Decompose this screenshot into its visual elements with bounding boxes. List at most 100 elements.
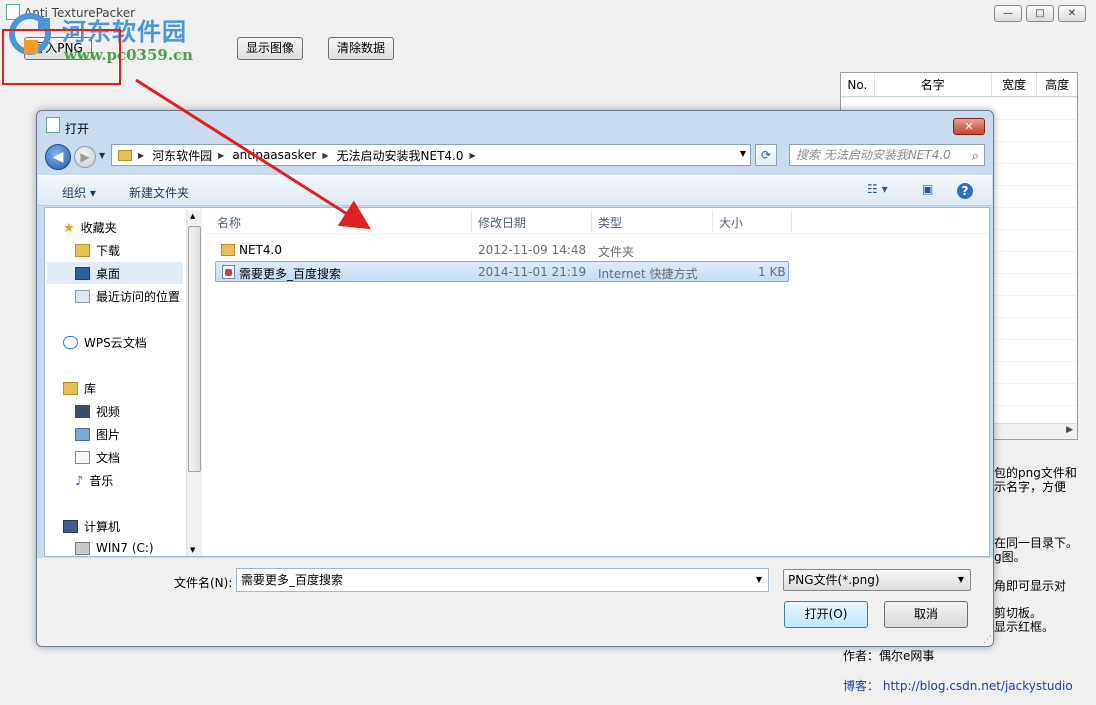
view-options-icon[interactable]: ☷ ▾ bbox=[867, 182, 888, 196]
nav-favorites[interactable]: ★ 收藏夹 bbox=[63, 219, 117, 236]
nav-videos[interactable]: 视频 bbox=[75, 403, 120, 420]
nav-libraries[interactable]: 库 bbox=[63, 380, 96, 397]
folder-icon bbox=[118, 149, 132, 161]
dialog-toolbar: 组织 ▾ 新建文件夹 ☷ ▾ ▣ ? bbox=[38, 175, 992, 206]
organize-menu[interactable]: 组织 ▾ bbox=[62, 184, 96, 201]
file-list-header: 名称 修改日期 类型 大小 bbox=[205, 208, 989, 234]
search-input[interactable]: 搜索 无法启动安装我NET4.0 ⌕ bbox=[789, 144, 985, 166]
col-modified-header[interactable]: 修改日期 bbox=[478, 214, 526, 231]
breadcrumb-item[interactable]: 无法启动安装我NET4.0 bbox=[337, 147, 464, 164]
file-row-selected[interactable]: 需要更多_百度搜索 2014-11-01 21:19 Internet 快捷方式… bbox=[215, 261, 789, 282]
address-dropdown-icon[interactable]: ▼ bbox=[740, 149, 746, 158]
breadcrumb-item[interactable]: antipaasasker bbox=[232, 148, 316, 162]
clear-data-button[interactable]: 清除数据 bbox=[328, 37, 394, 60]
maximize-button[interactable]: □ bbox=[1026, 5, 1054, 22]
recent-locations-dropdown[interactable]: ▼ bbox=[99, 151, 105, 160]
forward-arrow-icon: ▶ bbox=[80, 150, 90, 164]
back-button[interactable]: ◀ bbox=[45, 144, 71, 170]
scroll-up-icon[interactable]: ▲ bbox=[190, 212, 195, 220]
col-height[interactable]: 高度 bbox=[1037, 73, 1077, 96]
help-icon[interactable]: ? bbox=[957, 183, 973, 199]
col-type-header[interactable]: 类型 bbox=[598, 214, 622, 231]
nav-downloads[interactable]: 下载 bbox=[75, 242, 120, 259]
open-button[interactable]: 打开(O) bbox=[784, 601, 868, 628]
search-icon[interactable]: ⌕ bbox=[972, 147, 979, 167]
scroll-thumb[interactable] bbox=[188, 226, 201, 472]
dialog-close-button[interactable]: ✕ bbox=[953, 118, 985, 135]
file-row[interactable]: NET4.0 2012-11-09 14:48 文件夹 bbox=[215, 240, 789, 261]
breadcrumb-separator-icon[interactable]: ▶ bbox=[322, 151, 328, 160]
file-name: NET4.0 bbox=[239, 243, 282, 257]
scroll-right-icon[interactable]: ▶ bbox=[1066, 425, 1073, 435]
file-name: 需要更多_百度搜索 bbox=[239, 267, 342, 281]
close-button[interactable]: ✕ bbox=[1058, 5, 1086, 22]
col-size-header[interactable]: 大小 bbox=[719, 214, 743, 231]
pictures-icon bbox=[75, 428, 90, 441]
address-bar[interactable]: ▶ 河东软件园 ▶ antipaasasker ▶ 无法启动安装我NET4.0 … bbox=[111, 144, 751, 166]
back-arrow-icon: ◀ bbox=[52, 149, 64, 165]
filter-dropdown-icon[interactable]: ▼ bbox=[958, 570, 964, 590]
blog-label: 博客： bbox=[843, 679, 880, 693]
nav-computer[interactable]: 计算机 bbox=[63, 518, 120, 535]
file-type-filter-value: PNG文件(*.png) bbox=[788, 573, 880, 587]
refresh-button[interactable]: ⟳ bbox=[755, 144, 777, 166]
column-divider[interactable] bbox=[791, 210, 792, 232]
file-list: 名称 修改日期 类型 大小 NET4.0 2012-11-09 14:48 文件… bbox=[205, 208, 989, 556]
file-type-filter[interactable]: PNG文件(*.png) ▼ bbox=[783, 569, 971, 591]
file-modified: 2012-11-09 14:48 bbox=[478, 243, 587, 257]
library-icon bbox=[63, 382, 78, 395]
author-text: 作者：偶尔e网事 bbox=[843, 649, 935, 663]
filename-input[interactable]: 需要更多_百度搜索 ▼ bbox=[236, 568, 769, 592]
col-no[interactable]: No. bbox=[841, 73, 875, 96]
star-icon: ★ bbox=[63, 221, 75, 236]
dialog-app-icon bbox=[46, 117, 60, 133]
nav-scrollbar[interactable]: ▲ ▼ bbox=[186, 210, 202, 556]
column-divider[interactable] bbox=[471, 210, 472, 232]
breadcrumb-separator-icon[interactable]: ▶ bbox=[218, 151, 224, 160]
table-header: No. 名字 宽度 高度 bbox=[841, 73, 1077, 97]
browser-area: ★ 收藏夹 下载 桌面 最近访问的位置 WPS云文档 库 视频 图片 文档 ♪ 音乐… bbox=[44, 207, 990, 557]
nav-music[interactable]: ♪ 音乐 bbox=[75, 472, 113, 489]
blog-link[interactable]: http://blog.csdn.net/jackystudio bbox=[883, 679, 1073, 693]
nav-label: 桌面 bbox=[96, 266, 121, 281]
column-divider[interactable] bbox=[712, 210, 713, 232]
file-type: 文件夹 bbox=[598, 245, 635, 259]
search-placeholder: 搜索 无法启动安装我NET4.0 bbox=[796, 148, 951, 162]
scroll-down-icon[interactable]: ▼ bbox=[190, 546, 195, 554]
breadcrumb-separator-icon[interactable]: ▶ bbox=[138, 151, 144, 160]
resize-grip-icon[interactable]: ⋰ bbox=[983, 635, 992, 645]
minimize-button[interactable]: — bbox=[994, 5, 1022, 22]
new-folder-button[interactable]: 新建文件夹 bbox=[129, 184, 189, 201]
window-controls: — □ ✕ bbox=[994, 5, 1086, 22]
highlight-box bbox=[2, 29, 121, 85]
nav-pictures[interactable]: 图片 bbox=[75, 426, 120, 443]
nav-drive-c[interactable]: WIN7 (C:) bbox=[75, 541, 154, 555]
nav-desktop[interactable]: 桌面 bbox=[47, 262, 183, 284]
help-line: 角即可显示对 bbox=[994, 579, 1067, 593]
navigation-pane: ★ 收藏夹 下载 桌面 最近访问的位置 WPS云文档 库 视频 图片 文档 ♪ 音乐… bbox=[45, 208, 202, 556]
desktop-icon bbox=[75, 266, 90, 280]
documents-icon bbox=[75, 451, 90, 464]
help-line: 示名字，方便 bbox=[994, 480, 1067, 494]
file-type: Internet 快捷方式 bbox=[598, 267, 698, 281]
show-image-button[interactable]: 显示图像 bbox=[237, 37, 303, 60]
breadcrumb-separator-icon[interactable]: ▶ bbox=[470, 151, 476, 160]
forward-button[interactable]: ▶ bbox=[74, 146, 96, 168]
col-name-header[interactable]: 名称 bbox=[217, 214, 241, 231]
filename-label: 文件名(N): bbox=[174, 576, 233, 590]
preview-pane-icon[interactable]: ▣ bbox=[922, 182, 933, 196]
help-line: 显示红框。 bbox=[994, 620, 1055, 634]
cancel-button[interactable]: 取消 bbox=[884, 601, 968, 628]
nav-label: 库 bbox=[84, 382, 97, 396]
nav-recent[interactable]: 最近访问的位置 bbox=[75, 288, 180, 305]
cloud-icon bbox=[63, 336, 78, 349]
folder-icon bbox=[221, 244, 235, 256]
nav-wps[interactable]: WPS云文档 bbox=[63, 334, 147, 351]
column-divider[interactable] bbox=[591, 210, 592, 232]
col-name[interactable]: 名字 bbox=[875, 73, 992, 96]
nav-documents[interactable]: 文档 bbox=[75, 449, 120, 466]
breadcrumb-item[interactable]: 河东软件园 bbox=[152, 147, 212, 164]
col-width[interactable]: 宽度 bbox=[992, 73, 1038, 96]
filename-dropdown-icon[interactable]: ▼ bbox=[756, 569, 762, 591]
file-size: 1 KB bbox=[758, 265, 786, 279]
